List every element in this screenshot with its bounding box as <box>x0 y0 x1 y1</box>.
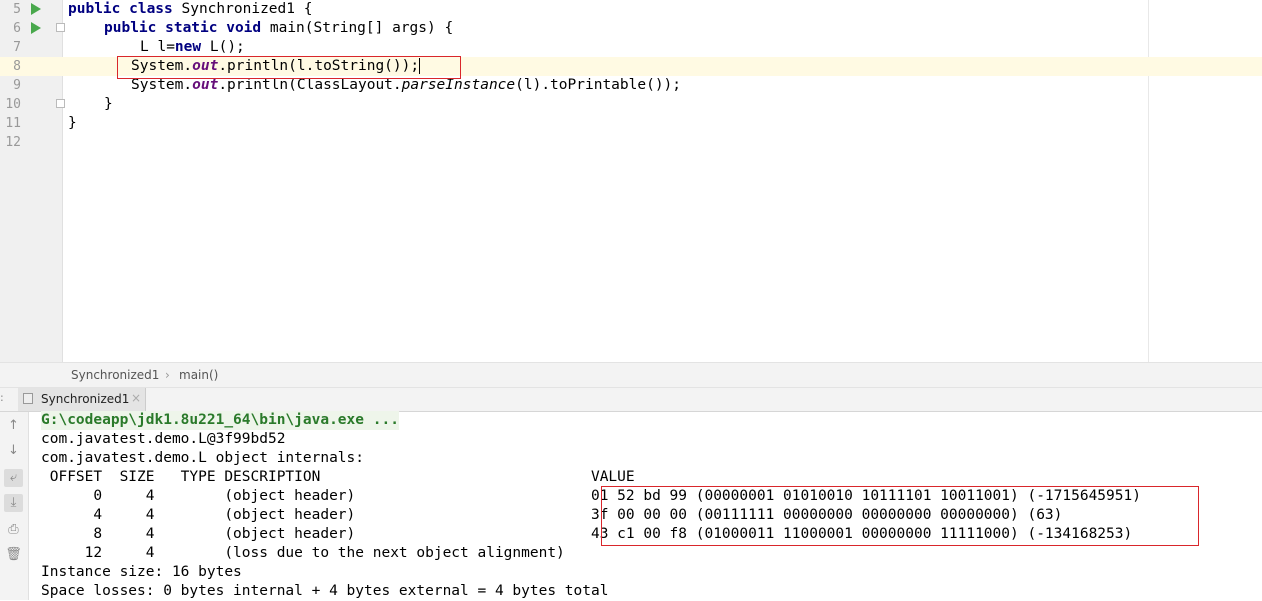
code-line-10[interactable]: 10 } <box>0 95 1262 114</box>
code-token: .println(ClassLayout. <box>218 77 402 93</box>
fold-icon[interactable] <box>56 23 65 32</box>
code-token: out <box>192 77 219 93</box>
console-table-header: OFFSET SIZE TYPE DESCRIPTION VALUE <box>41 469 635 485</box>
tool-window-options-icon[interactable]: : <box>0 391 4 404</box>
run-config-icon <box>23 393 33 404</box>
code-line-5[interactable]: 5 public class Synchronized1 { <box>0 0 1262 19</box>
code-token: new <box>174 39 202 55</box>
print-icon[interactable]: ⎙ <box>4 521 23 539</box>
breadcrumb: Synchronized1 › main() <box>0 362 1262 388</box>
soft-wrap-icon[interactable]: ⤶ <box>4 469 23 487</box>
line-number: 7 <box>13 40 21 55</box>
code-token: System. <box>131 77 193 93</box>
code-token: public static void <box>104 20 262 36</box>
console-line: Space losses: 0 bytes internal + 4 bytes… <box>41 583 609 599</box>
code-token: parseInstance <box>401 77 516 93</box>
code-editor[interactable]: 5 public class Synchronized1 { 6 public … <box>0 0 1262 362</box>
arrow-up-icon[interactable]: ↑ <box>4 417 23 435</box>
arrow-down-icon[interactable]: ↓ <box>4 442 23 460</box>
run-tab-bar: : Synchronized1 × <box>0 388 1262 412</box>
line-number: 8 <box>13 59 21 74</box>
console-toolbar: ↑ ↓ ⤶ ⤓ ⎙ 🗑 <box>0 412 29 600</box>
line-number: 10 <box>5 97 21 112</box>
console-table-row: 12 4 (loss due to the next object alignm… <box>41 545 565 561</box>
highlight-box-editor <box>117 56 461 79</box>
tab-label: Synchronized1 <box>41 392 130 406</box>
line-number: 5 <box>13 2 21 17</box>
line-number: 9 <box>13 78 21 93</box>
breadcrumb-method[interactable]: main() <box>179 368 218 382</box>
trash-icon[interactable]: 🗑 <box>4 546 23 564</box>
code-line-12[interactable]: 12 <box>0 133 1262 152</box>
code-token: L l= <box>140 39 175 55</box>
code-token: Synchronized1 { <box>172 1 313 17</box>
tab-synchronized1[interactable]: Synchronized1 × <box>18 388 146 411</box>
highlight-box-console <box>601 486 1199 546</box>
code-token: (l).toPrintable()); <box>515 77 682 93</box>
code-token: } <box>104 96 113 112</box>
code-line-6[interactable]: 6 public static void main(String[] args)… <box>0 19 1262 38</box>
breadcrumb-class[interactable]: Synchronized1 <box>71 368 159 382</box>
code-token: main(String[] args) { <box>261 20 454 36</box>
run-class-icon[interactable] <box>31 3 41 15</box>
console-line: Instance size: 16 bytes <box>41 564 242 580</box>
run-main-icon[interactable] <box>31 22 41 34</box>
console-line: com.javatest.demo.L@3f99bd52 <box>41 431 286 447</box>
code-token: L(); <box>201 39 245 55</box>
code-token: public class <box>68 1 173 17</box>
line-number: 6 <box>13 21 21 36</box>
code-line-7[interactable]: 7 L l=new L(); <box>0 38 1262 57</box>
run-console[interactable]: ↑ ↓ ⤶ ⤓ ⎙ 🗑 G:\codeapp\jdk1.8u221_64\bin… <box>0 411 1262 600</box>
scroll-to-end-icon[interactable]: ⤓ <box>4 494 23 512</box>
console-command-line[interactable]: G:\codeapp\jdk1.8u221_64\bin\java.exe ..… <box>41 411 399 430</box>
fold-icon[interactable] <box>56 99 65 108</box>
console-line: com.javatest.demo.L object internals: <box>41 450 365 466</box>
close-icon[interactable]: × <box>131 391 141 405</box>
code-token: } <box>68 115 77 131</box>
breadcrumb-separator: › <box>165 368 170 382</box>
code-line-11[interactable]: 11 } <box>0 114 1262 133</box>
line-number: 12 <box>5 135 21 150</box>
line-number: 11 <box>5 116 21 131</box>
